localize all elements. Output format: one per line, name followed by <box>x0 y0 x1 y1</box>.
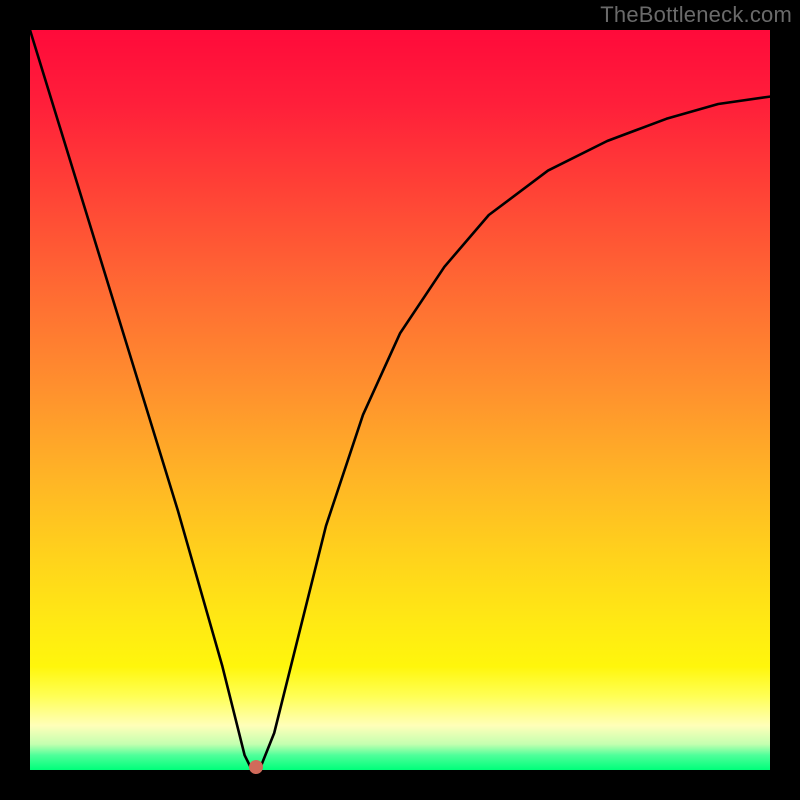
bottleneck-curve <box>30 30 770 770</box>
curve-path <box>30 30 770 770</box>
plot-area <box>30 30 770 770</box>
chart-frame: TheBottleneck.com <box>0 0 800 800</box>
optimum-marker <box>249 760 263 774</box>
watermark-text: TheBottleneck.com <box>600 2 792 28</box>
